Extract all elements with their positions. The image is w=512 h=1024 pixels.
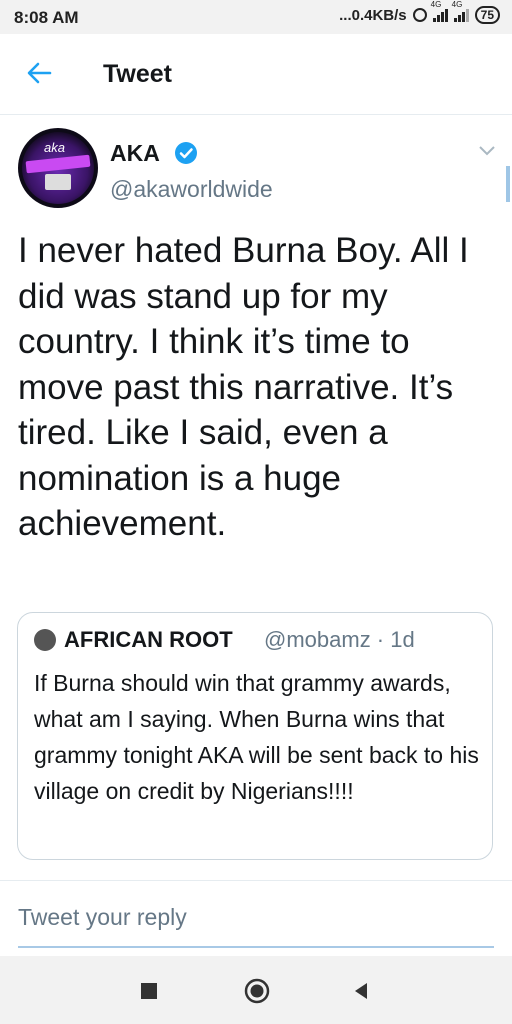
- quoted-avatar: [34, 629, 56, 651]
- page-title: Tweet: [103, 60, 172, 88]
- quoted-author-handle: @mobamz · 1d: [264, 627, 415, 652]
- status-indicators: ...0.4KB/s 4G 4G 75: [339, 0, 500, 24]
- tweet-text: I never hated Burna Boy. All I did was s…: [18, 231, 469, 543]
- divider: [0, 880, 512, 881]
- avatar-logo: aka: [44, 140, 65, 155]
- verified-badge-icon: [175, 142, 197, 164]
- status-bar: 8:08 AM ...0.4KB/s 4G 4G 75: [0, 0, 512, 34]
- quoted-tweet-text: If Burna should win that grammy awards, …: [34, 670, 479, 804]
- quoted-tweet[interactable]: AFRICAN ROOT @mobamz · 1d If Burna shoul…: [17, 612, 493, 860]
- square-icon[interactable]: [141, 983, 157, 999]
- signal-icon: 4G: [452, 0, 469, 22]
- network-speed: ...0.4KB/s: [339, 6, 407, 24]
- reply-input-underline: [18, 946, 494, 948]
- app-header: Tweet: [0, 34, 512, 115]
- status-time: 8:08 AM: [14, 8, 79, 27]
- triangle-icon[interactable]: [351, 981, 371, 1001]
- circle-icon[interactable]: [243, 977, 271, 1005]
- reply-input[interactable]: Tweet your reply: [18, 904, 187, 931]
- alarm-icon: [412, 8, 427, 22]
- arrow-left-icon[interactable]: [24, 58, 54, 88]
- chevron-down-icon[interactable]: [478, 144, 496, 158]
- avatar[interactable]: aka: [18, 128, 98, 208]
- quoted-author-name: AFRICAN ROOT: [64, 627, 233, 652]
- scrollbar[interactable]: [506, 166, 510, 202]
- battery-icon: 75: [474, 6, 500, 24]
- author-name[interactable]: AKA: [110, 140, 160, 167]
- signal-icon: 4G: [431, 0, 448, 22]
- author-handle[interactable]: @akaworldwide: [110, 176, 273, 203]
